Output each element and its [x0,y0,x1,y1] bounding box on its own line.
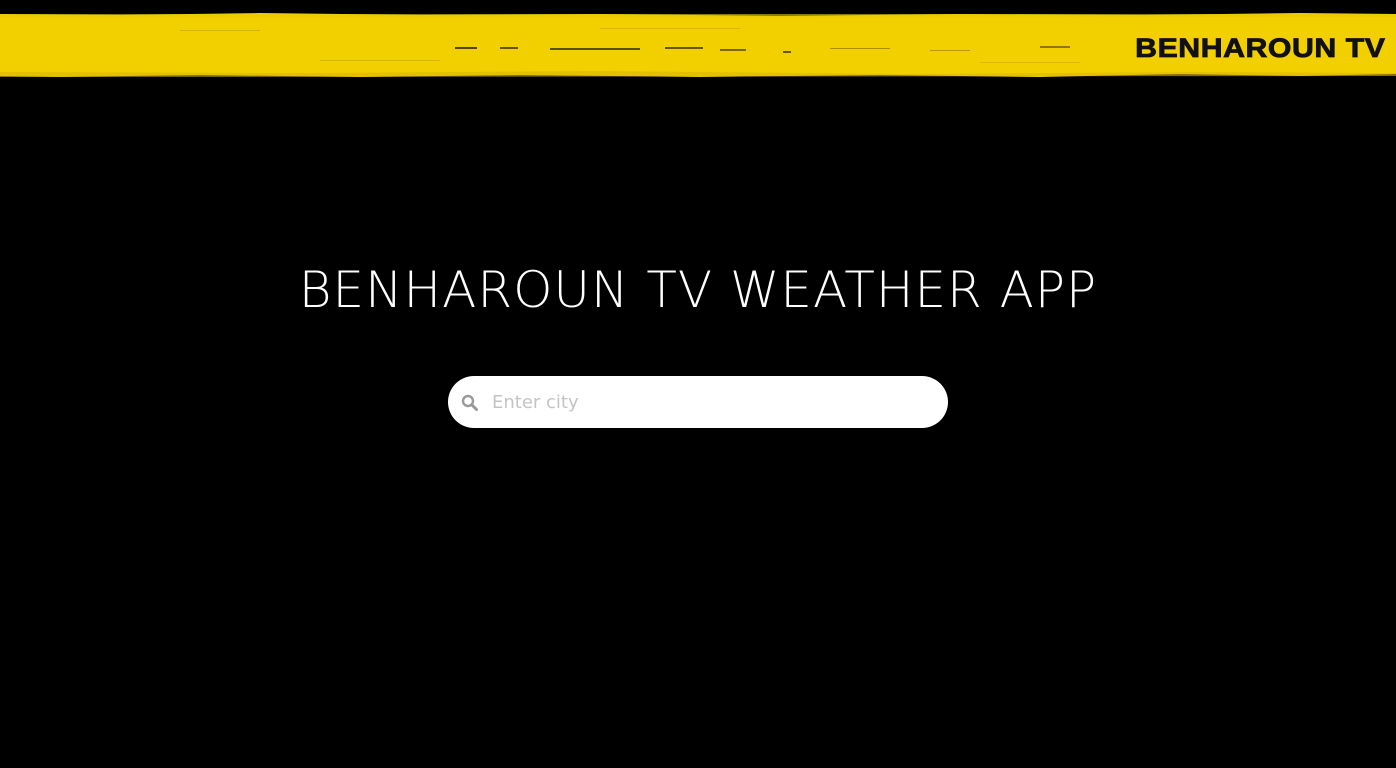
page-title: BENHAROUN TV WEATHER APP [298,260,1098,319]
brand-logo[interactable]: BENHAROUN TV [1135,31,1386,65]
search-icon [461,394,479,412]
search-box[interactable] [448,376,948,428]
city-search-input[interactable] [492,384,932,420]
header-banner: BENHAROUN TV [0,0,1396,80]
